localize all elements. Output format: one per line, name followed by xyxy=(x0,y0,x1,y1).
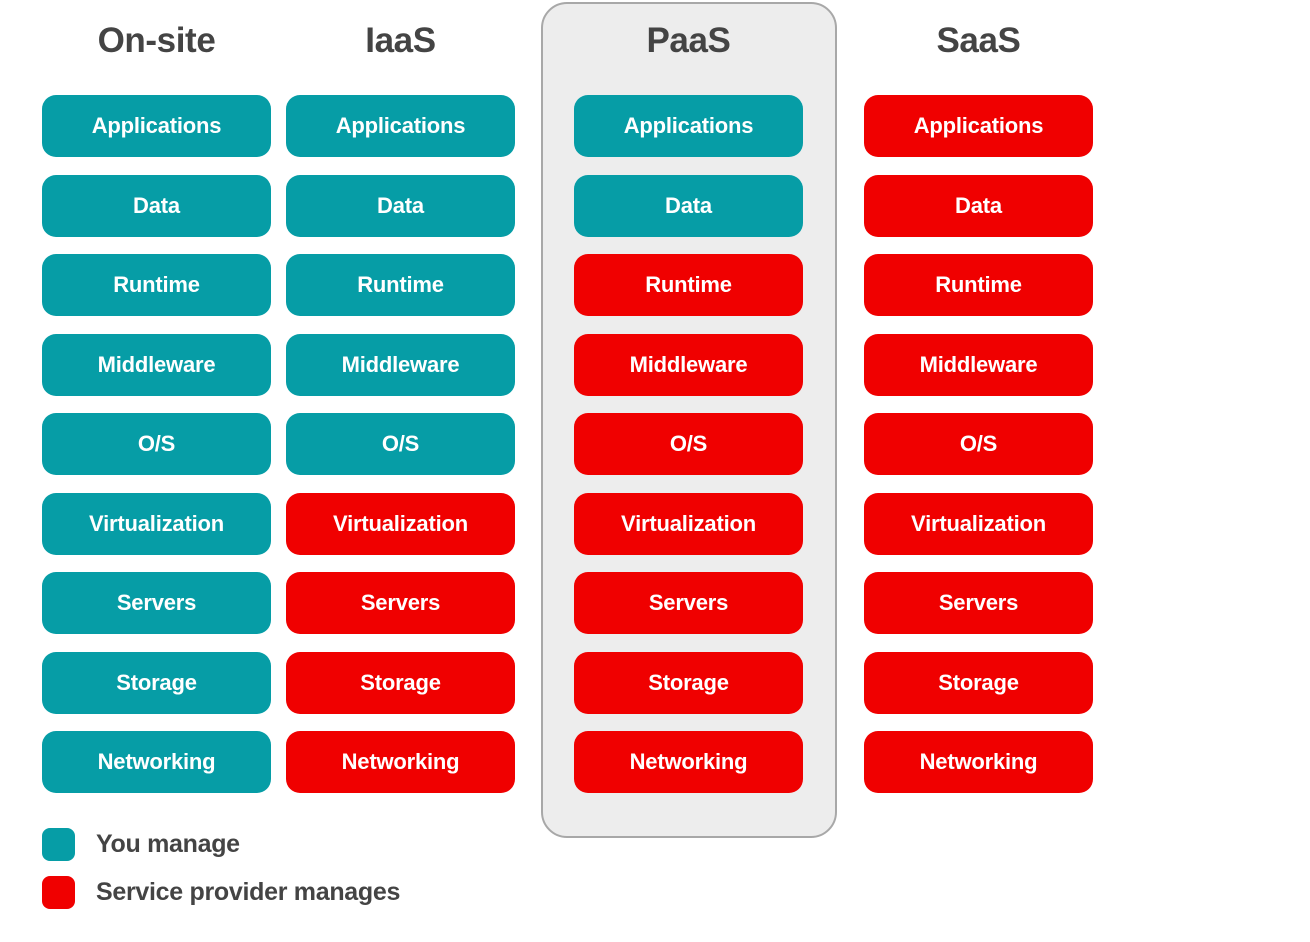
layer-pill[interactable]: Data xyxy=(864,174,1093,237)
layer-pill[interactable]: O/S xyxy=(42,413,271,475)
layer-pill-label: Runtime xyxy=(645,272,732,297)
layer-pill[interactable]: Runtime xyxy=(864,254,1093,316)
layer-pill[interactable]: Runtime xyxy=(42,254,271,316)
layer-pill-label: Servers xyxy=(360,590,441,615)
layer-pill-label: Applications xyxy=(335,113,466,138)
layer-pill-label: Virtualization xyxy=(621,510,756,536)
layer-pill[interactable]: Data xyxy=(574,174,803,237)
legend-swatch-icon xyxy=(42,827,75,861)
layer-pill[interactable]: Runtime xyxy=(286,254,515,316)
layer-stack: Applications Data Runtime Middleware O/S Virt… xyxy=(574,95,803,793)
layer-pill[interactable]: Networking xyxy=(286,731,515,793)
layer-pill[interactable]: Applications xyxy=(864,95,1093,157)
layer-pill-label: Storage xyxy=(116,669,197,695)
layer-pill-label: Virtualization xyxy=(89,510,224,536)
layer-pill[interactable]: Virtualization xyxy=(864,492,1093,555)
layer-pill-label: Middleware xyxy=(341,351,460,377)
layer-pill[interactable]: O/S xyxy=(286,413,515,475)
layer-pill-label: Networking xyxy=(97,749,216,774)
column-header: SaaS xyxy=(936,21,1021,60)
layer-pill-label: Runtime xyxy=(357,272,444,297)
layer-pill[interactable]: Networking xyxy=(574,731,803,793)
layer-pill[interactable]: Middleware xyxy=(286,333,515,396)
diagram-canvas: On-site Applications Data Runtime Middleware… xyxy=(0,0,1310,942)
layer-pill-label: Servers xyxy=(938,590,1019,615)
legend-item: Service provider manages xyxy=(42,872,400,912)
layer-pill-label: Applications xyxy=(623,113,754,138)
layer-pill-label: O/S xyxy=(669,431,708,456)
layer-pill-label: Data xyxy=(377,192,424,218)
layer-pill-label: Servers xyxy=(648,590,729,615)
column-header: On-site xyxy=(97,21,216,60)
layer-pill[interactable]: Storage xyxy=(42,651,271,714)
layer-pill[interactable]: Networking xyxy=(42,731,271,793)
layer-pill[interactable]: Data xyxy=(42,174,271,237)
layer-pill-label: Storage xyxy=(360,669,441,695)
layer-stack: Applications Data Runtime Middleware O/S Virt… xyxy=(42,95,271,793)
layer-pill[interactable]: Middleware xyxy=(864,333,1093,396)
layer-pill-label: Applications xyxy=(91,113,222,138)
layer-pill-label: Storage xyxy=(648,669,729,695)
layer-pill[interactable]: O/S xyxy=(864,413,1093,475)
legend: You manage Service provider manages xyxy=(42,824,400,912)
layer-pill-label: Virtualization xyxy=(911,510,1046,536)
column-header: IaaS xyxy=(365,21,436,60)
layer-pill[interactable]: Middleware xyxy=(574,333,803,396)
layer-pill-label: Middleware xyxy=(97,351,216,377)
layer-pill-label: Runtime xyxy=(113,272,200,297)
layer-pill-label: Networking xyxy=(919,749,1038,774)
layer-pill-label: Middleware xyxy=(919,351,1038,377)
layer-pill-label: Middleware xyxy=(629,351,748,377)
layer-pill-label: Data xyxy=(955,192,1002,218)
layer-pill[interactable]: Data xyxy=(286,174,515,237)
layer-pill-label: Storage xyxy=(938,669,1019,695)
layer-pill-label: Runtime xyxy=(935,272,1022,297)
layer-pill-label: Networking xyxy=(341,749,460,774)
layer-pill[interactable]: Middleware xyxy=(42,333,271,396)
layer-pill[interactable]: Virtualization xyxy=(286,492,515,555)
layer-pill-label: Servers xyxy=(116,590,197,615)
layer-pill-label: O/S xyxy=(137,431,176,456)
layer-pill-label: Networking xyxy=(629,749,748,774)
column-header: PaaS xyxy=(646,21,731,60)
layer-pill[interactable]: Virtualization xyxy=(574,492,803,555)
layer-pill-label: Data xyxy=(665,192,712,218)
layer-pill-label: Applications xyxy=(913,113,1044,138)
layer-pill[interactable]: Storage xyxy=(286,651,515,714)
layer-pill[interactable]: Servers xyxy=(42,572,271,634)
layer-pill[interactable]: Applications xyxy=(42,95,271,157)
legend-swatch-icon xyxy=(42,875,75,909)
layer-stack: Applications Data Runtime Middleware O/S Virt… xyxy=(864,95,1093,793)
legend-label: Service provider manages xyxy=(96,877,401,906)
layer-stack: Applications Data Runtime Middleware O/S Virt… xyxy=(286,95,515,793)
layer-pill[interactable]: Servers xyxy=(574,572,803,634)
layer-pill-label: Data xyxy=(133,192,180,218)
layer-pill[interactable]: Virtualization xyxy=(42,492,271,555)
layer-pill-label: O/S xyxy=(381,431,420,456)
layer-pill[interactable]: Networking xyxy=(864,731,1093,793)
layer-pill[interactable]: Servers xyxy=(286,572,515,634)
legend-item: You manage xyxy=(42,824,400,864)
layer-pill[interactable]: Storage xyxy=(864,651,1093,714)
layer-pill[interactable]: Runtime xyxy=(574,254,803,316)
layer-pill[interactable]: Applications xyxy=(574,95,803,157)
layer-pill[interactable]: Applications xyxy=(286,95,515,157)
layer-pill[interactable]: Servers xyxy=(864,572,1093,634)
legend-label: You manage xyxy=(96,829,240,858)
layer-pill-label: O/S xyxy=(959,431,998,456)
layer-pill-label: Virtualization xyxy=(333,510,468,536)
layer-pill[interactable]: O/S xyxy=(574,413,803,475)
layer-pill[interactable]: Storage xyxy=(574,651,803,714)
